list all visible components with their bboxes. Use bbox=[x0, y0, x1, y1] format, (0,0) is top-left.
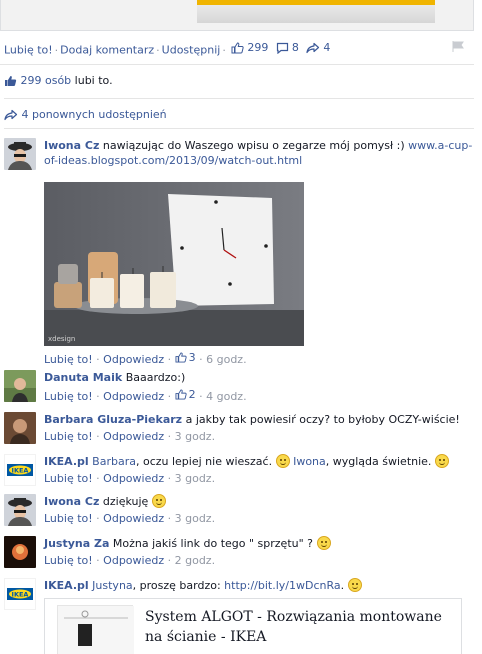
smiley-icon bbox=[316, 536, 331, 550]
comment-text: Baaardzo:) bbox=[125, 371, 186, 384]
comment-time[interactable]: 3 godz. bbox=[175, 512, 215, 525]
comment-meta: Lubię to! · Odpowiedz · 3 godz. bbox=[44, 472, 216, 485]
avatar[interactable]: IKEA bbox=[4, 578, 36, 610]
comment-reply-link[interactable]: Odpowiedz bbox=[103, 512, 164, 525]
comment-like-link[interactable]: Lubię to! bbox=[44, 390, 93, 403]
smiley-icon bbox=[275, 454, 290, 468]
divider bbox=[0, 64, 474, 65]
comment-link[interactable]: Dodaj komentarz bbox=[60, 44, 154, 57]
comment-author[interactable]: Danuta Maik bbox=[44, 371, 122, 384]
preview-title: System ALGOT - Rozwiązania montowane na … bbox=[145, 609, 442, 645]
shares-link[interactable]: 4 ponownych udostępnień bbox=[22, 108, 167, 121]
comment-reply-link[interactable]: Odpowiedz bbox=[103, 390, 164, 403]
thumbs-up-icon bbox=[231, 41, 244, 53]
thumbs-up-icon bbox=[175, 389, 187, 400]
mention-link[interactable]: Barbara bbox=[92, 455, 136, 468]
mention-link[interactable]: Iwona bbox=[293, 455, 326, 468]
smiley-icon bbox=[347, 578, 362, 592]
comment: Barbara Gluza-Piekarz a jakby tak powies… bbox=[4, 412, 474, 448]
comment: Justyna Za Można jakiś link do tego " sp… bbox=[4, 536, 474, 572]
comment-author[interactable]: Barbara Gluza-Piekarz bbox=[44, 413, 182, 426]
comment-author[interactable]: Justyna Za bbox=[44, 537, 109, 550]
comment: Iwona Cz nawiązując do Waszego wpisu o z… bbox=[4, 138, 474, 366]
likes-summary: 299 osób lubi to. bbox=[4, 74, 113, 87]
comment-author[interactable]: IKEA.pl bbox=[44, 455, 89, 468]
comment: Danuta Maik Baaardzo:) Lubię to! · Odpow… bbox=[4, 370, 474, 406]
comment-like-link[interactable]: Lubię to! bbox=[44, 554, 93, 567]
share-arrow-icon bbox=[4, 109, 18, 121]
preview-thumbnail bbox=[57, 605, 134, 654]
thumbs-up-icon bbox=[5, 76, 17, 86]
comment-like-count[interactable]: 3 bbox=[175, 350, 196, 365]
comment-text: , proszę bardzo: bbox=[132, 579, 221, 592]
likers-link[interactable]: 299 osób bbox=[21, 74, 72, 87]
comment-text: dziękuję bbox=[102, 495, 149, 508]
smiley-icon bbox=[151, 494, 166, 508]
shares-summary[interactable]: 4 ponownych udostępnień bbox=[4, 108, 167, 121]
comment-like-count[interactable]: 2 bbox=[175, 387, 196, 402]
comment-author[interactable]: Iwona Cz bbox=[44, 495, 99, 508]
photo-watermark: xdesign bbox=[48, 335, 75, 343]
comment-meta: Lubię to! · Odpowiedz · 3 godz. bbox=[44, 512, 216, 525]
comment-like-link[interactable]: Lubię to! bbox=[44, 512, 93, 525]
comment-reply-link[interactable]: Odpowiedz bbox=[103, 554, 164, 567]
like-count[interactable]: 299 bbox=[231, 41, 268, 54]
comment: Iwona Cz dziękuję Lubię to! · Odpowiedz … bbox=[4, 494, 474, 530]
thumbs-up-icon bbox=[175, 352, 187, 363]
like-link[interactable]: Lubię to! bbox=[4, 44, 53, 57]
comment-text: a jakby tak powiesiŕ oczy? to byłoby OCZ… bbox=[185, 413, 460, 426]
comment-reply-link[interactable]: Odpowiedz bbox=[103, 353, 164, 366]
comment-author[interactable]: IKEA.pl bbox=[44, 579, 89, 592]
comment-time[interactable]: 6 godz. bbox=[206, 353, 246, 366]
comment-like-link[interactable]: Lubię to! bbox=[44, 430, 93, 443]
comment-meta: Lubię to! · Odpowiedz · 2 · 4 godz. bbox=[44, 387, 247, 403]
comment-time[interactable]: 4 godz. bbox=[206, 390, 246, 403]
comment-meta: Lubię to! · Odpowiedz · 3 godz. bbox=[44, 430, 216, 443]
share-link[interactable]: Udostępnij bbox=[162, 44, 221, 57]
ikea-logo: IKEA bbox=[12, 591, 29, 599]
divider bbox=[4, 98, 474, 99]
share-arrow-icon bbox=[306, 42, 320, 53]
report-flag-icon[interactable] bbox=[452, 41, 465, 52]
comment-photo[interactable]: xdesign bbox=[44, 182, 304, 346]
comment-meta: Lubię to! · Odpowiedz · 3 · 6 godz. bbox=[44, 350, 247, 366]
speech-bubble-icon bbox=[276, 42, 288, 54]
comment: IKEA IKEA.pl Barbara, oczu lepiej nie wi… bbox=[4, 454, 474, 490]
avatar[interactable] bbox=[4, 494, 36, 526]
link-preview[interactable]: System ALGOT - Rozwiązania montowane na … bbox=[44, 598, 462, 654]
comment-meta: Lubię to! · Odpowiedz · 2 godz. bbox=[44, 554, 216, 567]
comment-time[interactable]: 2 godz. bbox=[175, 554, 215, 567]
comment-reply-link[interactable]: Odpowiedz bbox=[103, 430, 164, 443]
mention-link[interactable]: Justyna bbox=[92, 579, 132, 592]
avatar[interactable] bbox=[4, 138, 36, 170]
comment-like-link[interactable]: Lubię to! bbox=[44, 472, 93, 485]
smiley-icon bbox=[434, 454, 449, 468]
comment-count[interactable]: 8 bbox=[276, 41, 299, 54]
comment-text: nawiązując do Waszego wpisu o zegarze mó… bbox=[102, 139, 405, 152]
share-count[interactable]: 4 bbox=[306, 41, 330, 54]
image-shelf bbox=[197, 5, 435, 23]
avatar[interactable] bbox=[4, 412, 36, 444]
post-actions-bar: Lubię to! · Dodaj komentarz · Udostępnij · 29… bbox=[4, 41, 331, 57]
post-image[interactable] bbox=[0, 0, 474, 31]
comment-text: , oczu lepiej nie wieszać. bbox=[135, 455, 273, 468]
comment-author[interactable]: Iwona Cz bbox=[44, 139, 99, 152]
ikea-logo: IKEA bbox=[12, 467, 29, 475]
comment-time[interactable]: 3 godz. bbox=[175, 430, 215, 443]
divider bbox=[4, 128, 474, 129]
avatar[interactable]: IKEA bbox=[4, 454, 36, 486]
comment-text: Można jakiś link do tego " sprzętu" ? bbox=[112, 537, 314, 550]
comment-link[interactable]: http://bit.ly/1wDcnRa bbox=[224, 579, 340, 592]
comment-time[interactable]: 3 godz. bbox=[175, 472, 215, 485]
likes-suffix: lubi to. bbox=[74, 74, 113, 87]
comment-text: . bbox=[340, 579, 345, 592]
avatar[interactable] bbox=[4, 370, 36, 402]
comment-like-link[interactable]: Lubię to! bbox=[44, 353, 93, 366]
comment: IKEA IKEA.pl Justyna, proszę bardzo: htt… bbox=[4, 578, 474, 654]
comment-text: , wygląda świetnie. bbox=[325, 455, 432, 468]
comment-reply-link[interactable]: Odpowiedz bbox=[103, 472, 164, 485]
avatar[interactable] bbox=[4, 536, 36, 568]
